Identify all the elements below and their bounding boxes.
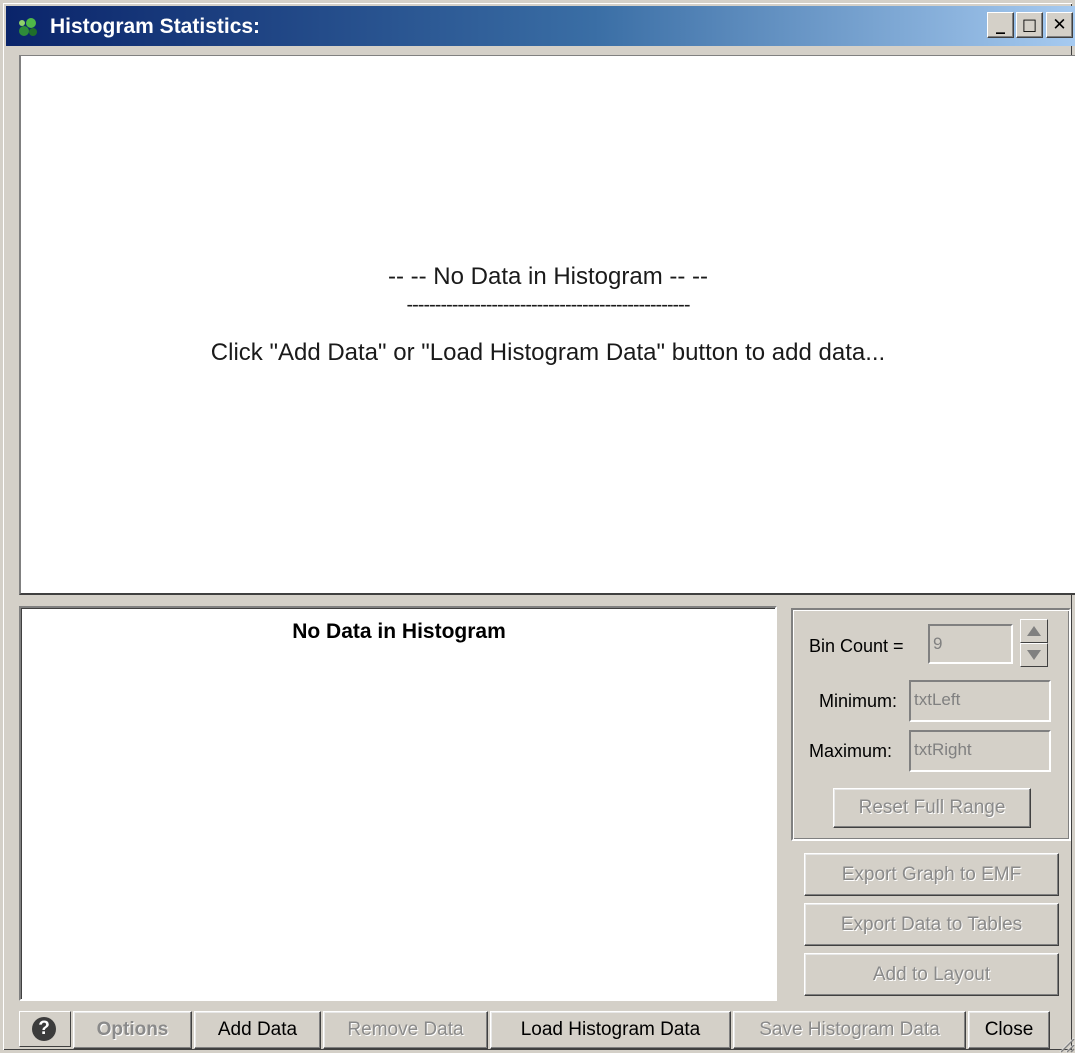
close-icon: ✕ [1052,15,1067,35]
save-histogram-data-button[interactable]: Save Histogram Data [733,1011,966,1049]
bin-count-spinner[interactable] [1020,619,1048,667]
export-data-button[interactable]: Export Data to Tables [804,903,1059,946]
maximize-icon: □ [1021,15,1038,34]
minimum-label: Minimum: [819,691,898,711]
bin-count-label: Bin Count = [809,636,904,656]
minimize-icon: _ [996,14,1005,35]
arrow-up-icon [1027,626,1041,636]
options-button[interactable]: Options [73,1011,192,1049]
minimize-button[interactable]: _ [987,12,1014,38]
export-graph-button[interactable]: Export Graph to EMF [804,853,1059,896]
statistics-panel [19,606,777,1001]
remove-data-button[interactable]: Remove Data [323,1011,488,1049]
close-window-button[interactable]: ✕ [1046,12,1073,38]
minimum-field[interactable]: txtLeft [909,680,1051,722]
maximize-button[interactable]: □ [1016,12,1043,38]
load-histogram-data-button[interactable]: Load Histogram Data [490,1011,731,1049]
no-data-heading: -- -- No Data in Histogram -- -- [387,263,709,290]
add-data-button[interactable]: Add Data [194,1011,321,1049]
arrow-down-icon [1027,650,1041,660]
title-bar[interactable]: Histogram Statistics: _ □ ✕ [6,6,1075,46]
maximum-field[interactable]: txtRight [909,730,1051,772]
statistics-title: No Data in Histogram [292,620,506,643]
message-separator: ----------------------------------------… [406,294,690,316]
help-button[interactable]: ? [19,1011,71,1047]
add-to-layout-button[interactable]: Add to Layout [804,953,1059,996]
spin-down-button[interactable] [1020,643,1048,667]
window-title: Histogram Statistics: [50,15,261,38]
reset-full-range-button[interactable]: Reset Full Range [833,788,1031,828]
maximum-label: Maximum: [809,741,893,761]
close-button[interactable]: Close [968,1011,1050,1049]
histogram-statistics-window: Histogram Statistics: _ □ ✕ -- -- No Dat… [0,0,1075,1053]
histogram-plot-area: -- -- No Data in Histogram -- -- -------… [19,55,1075,595]
help-icon: ? [32,1017,56,1041]
add-data-instruction: Click "Add Data" or "Load Histogram Data… [210,339,886,366]
app-icon [19,18,37,36]
bin-count-field[interactable]: 9 [928,624,1013,664]
resize-grip-icon[interactable] [1055,1033,1075,1053]
spin-up-button[interactable] [1020,619,1048,643]
